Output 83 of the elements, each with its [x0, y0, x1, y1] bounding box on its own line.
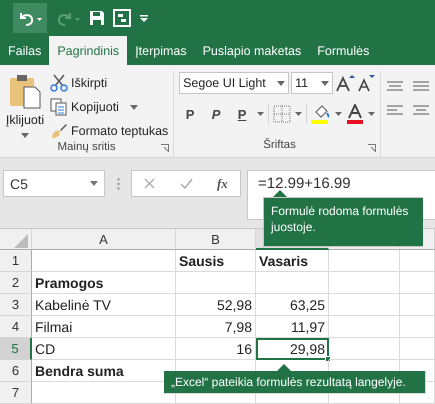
caret-icon — [277, 80, 286, 86]
result-tooltip: „Excel“ pateikia formulės rezultatą langelyje. — [164, 371, 426, 394]
row-header[interactable]: 3 — [0, 294, 32, 316]
drag-handle-icon[interactable] — [116, 178, 120, 190]
row-header[interactable]: 7 — [0, 382, 32, 404]
ribbon-tab[interactable]: Įterpimas — [127, 36, 195, 65]
table-cell: Vasaris — [256, 250, 329, 272]
undo-icon — [17, 10, 43, 26]
align-middle-icon[interactable] — [413, 81, 429, 91]
caret-icon — [21, 133, 29, 138]
group-label: Mainų sritis — [56, 141, 117, 155]
table-cell: Kabelinė TV — [32, 294, 176, 316]
underline-button[interactable]: P — [231, 103, 254, 125]
fill-color-icon[interactable] — [311, 104, 332, 124]
caret-icon[interactable] — [257, 112, 264, 116]
select-all-icon — [14, 234, 28, 248]
tooltip-pointer — [277, 364, 291, 371]
table-cell — [400, 316, 435, 338]
row-header[interactable]: 1 — [0, 250, 32, 272]
cut-button[interactable]: Iškirpti — [50, 73, 168, 93]
copy-button[interactable]: Kopijuoti — [50, 97, 168, 117]
align-left-icon[interactable] — [387, 105, 403, 115]
caret-icon[interactable] — [335, 112, 342, 116]
dialog-launcher-icon[interactable] — [368, 144, 376, 152]
italic-button[interactable]: P — [205, 103, 228, 125]
ribbon-tab[interactable]: Puslapio maketas — [194, 36, 310, 65]
table-cell: 16 — [176, 338, 256, 360]
brush-icon — [50, 122, 68, 140]
borders-icon[interactable] — [273, 105, 292, 123]
table-cell: 52,98 — [176, 294, 256, 316]
font-size-dropdown[interactable]: 11 — [291, 72, 334, 94]
dialog-launcher-icon[interactable] — [161, 144, 170, 152]
row-header[interactable]: 5 — [0, 338, 32, 360]
row-header[interactable]: 6 — [0, 360, 32, 382]
tooltip-pointer — [273, 190, 287, 197]
table-cell: 11,97 — [256, 316, 329, 338]
table-cell — [329, 272, 400, 294]
font-color-icon[interactable] — [346, 104, 364, 124]
center-icon[interactable] — [413, 105, 429, 115]
formula-tooltip: Formulė rodoma formulės juostoje. — [263, 197, 423, 247]
ribbon-tab[interactable]: Formulės — [309, 36, 378, 65]
table-cell: 29,98 — [256, 338, 329, 360]
table-cell — [329, 316, 400, 338]
table-cell: Pramogos — [32, 272, 176, 294]
table-cell: 7,98 — [176, 316, 256, 338]
column-header[interactable]: B — [176, 229, 256, 250]
paste-button[interactable]: Įklijuoti — [0, 71, 50, 141]
table-cell: Sausis — [176, 250, 256, 272]
table-cell — [400, 294, 435, 316]
scissors-icon — [50, 74, 68, 92]
row-header[interactable]: 4 — [0, 316, 32, 338]
align-top-icon[interactable] — [387, 81, 403, 91]
caret-icon[interactable] — [368, 112, 376, 116]
grow-font-icon[interactable] — [335, 74, 356, 92]
name-box[interactable]: C5 — [3, 170, 105, 197]
table-cell — [329, 294, 400, 316]
table-cell — [329, 250, 400, 272]
insert-function-button[interactable]: fx — [216, 176, 228, 192]
table-cell: 63,25 — [256, 294, 329, 316]
font-name-dropdown[interactable]: Segoe UI Light — [179, 72, 290, 94]
table-cell: Filmai — [32, 316, 176, 338]
undo-button[interactable] — [13, 3, 47, 33]
copy-icon — [50, 98, 68, 116]
caret-icon — [130, 104, 138, 110]
column-header[interactable]: A — [32, 229, 176, 250]
table-cell: CD — [32, 338, 176, 360]
caret-icon — [321, 80, 330, 86]
shrink-font-icon[interactable] — [357, 74, 376, 92]
ribbon-tab[interactable]: Pagrindinis — [49, 36, 128, 65]
format-painter-button[interactable]: Formato teptukas — [50, 121, 168, 141]
table-cell — [400, 338, 435, 360]
bold-button[interactable]: P — [179, 103, 202, 125]
clipboard-icon — [8, 73, 42, 109]
ribbon-tab[interactable]: Failas — [0, 36, 50, 65]
touch-mode-icon[interactable] — [113, 9, 131, 27]
group-label: Šriftas — [262, 139, 297, 153]
save-icon[interactable] — [89, 10, 105, 26]
row-header[interactable]: 2 — [0, 272, 32, 294]
table-cell — [400, 272, 435, 294]
caret-icon[interactable] — [295, 112, 302, 116]
customize-menu-icon[interactable] — [139, 13, 149, 23]
caret-icon — [90, 181, 98, 186]
check-icon[interactable] — [180, 178, 193, 189]
